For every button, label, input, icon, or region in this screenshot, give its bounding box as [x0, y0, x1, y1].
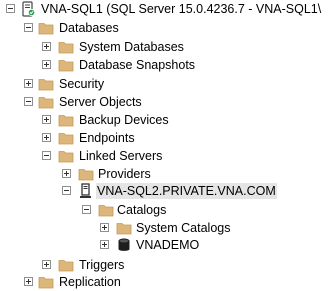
- tree-node-label: Backup Devices: [79, 113, 169, 127]
- expand-toggle[interactable]: [42, 115, 51, 124]
- tree-node-label: VNA-SQL1 (SQL Server 15.0.4236.7 - VNA-S…: [41, 2, 322, 16]
- collapse-toggle[interactable]: [6, 4, 15, 13]
- tree-node-endpoints[interactable]: Endpoints: [0, 129, 328, 147]
- tree-node-providers[interactable]: Providers: [0, 165, 328, 183]
- tree-node-vnademo[interactable]: VNADEMO: [0, 236, 328, 254]
- folder-icon: [78, 169, 94, 181]
- collapse-toggle[interactable]: [42, 151, 51, 160]
- tree-node-label: Server Objects: [59, 95, 142, 109]
- tree-node-linked-servers[interactable]: Linked Servers: [0, 147, 328, 165]
- expand-toggle[interactable]: [42, 133, 51, 142]
- server-icon: [22, 1, 36, 17]
- tree-node-label: VNA-SQL2.PRIVATE.VNA.COM: [96, 183, 277, 199]
- expand-toggle[interactable]: [24, 79, 33, 88]
- tree-node-server[interactable]: VNA-SQL1 (SQL Server 15.0.4236.7 - VNA-S…: [0, 0, 328, 18]
- tree-node-backup-devices[interactable]: Backup Devices: [0, 111, 328, 129]
- folder-icon: [98, 205, 114, 217]
- tree-node-label: Catalogs: [117, 203, 167, 217]
- folder-icon: [58, 260, 74, 272]
- tree-node-label: Linked Servers: [79, 149, 163, 163]
- tree-node-label: Databases: [59, 21, 119, 35]
- tree-node-label: Security: [59, 77, 105, 91]
- expand-toggle[interactable]: [42, 60, 51, 69]
- expand-toggle[interactable]: [100, 240, 109, 249]
- collapse-toggle[interactable]: [82, 205, 91, 214]
- tree-node-database-snapshots[interactable]: Database Snapshots: [0, 56, 328, 74]
- expand-toggle[interactable]: [100, 223, 109, 232]
- folder-icon: [58, 133, 74, 145]
- folder-icon: [38, 97, 54, 109]
- tree-node-triggers[interactable]: Triggers: [0, 256, 328, 274]
- tree-node-label: Database Snapshots: [79, 58, 196, 72]
- folder-icon: [38, 23, 54, 35]
- tree-node-label: Providers: [98, 167, 151, 181]
- folder-icon: [58, 42, 74, 54]
- tree-node-databases[interactable]: Databases: [0, 19, 328, 37]
- folder-icon: [58, 115, 74, 127]
- collapse-toggle[interactable]: [62, 186, 71, 195]
- tree-node-replication[interactable]: Replication: [0, 273, 328, 291]
- tree-node-server-objects[interactable]: Server Objects: [0, 93, 328, 111]
- folder-icon: [58, 151, 74, 163]
- expand-toggle[interactable]: [24, 277, 33, 286]
- linked-server-icon: [80, 183, 91, 198]
- tree-node-label: System Databases: [79, 40, 184, 54]
- expand-toggle[interactable]: [42, 42, 51, 51]
- tree-node-label: VNADEMO: [136, 238, 200, 252]
- tree-node-system-catalogs[interactable]: System Catalogs: [0, 219, 328, 237]
- folder-icon: [38, 79, 54, 91]
- expand-toggle[interactable]: [42, 260, 51, 269]
- folder-icon: [58, 60, 74, 72]
- collapse-toggle[interactable]: [24, 23, 33, 32]
- tree-node-label: Triggers: [79, 258, 125, 272]
- tree-node-catalogs[interactable]: Catalogs: [0, 201, 328, 219]
- tree-node-system-databases[interactable]: System Databases: [0, 38, 328, 56]
- tree-node-security[interactable]: Security: [0, 75, 328, 93]
- folder-icon: [116, 223, 132, 235]
- tree-node-label: Endpoints: [79, 131, 135, 145]
- object-explorer-tree: VNA-SQL1 (SQL Server 15.0.4236.7 - VNA-S…: [0, 0, 328, 291]
- tree-node-label: System Catalogs: [136, 221, 231, 235]
- database-icon: [118, 238, 130, 251]
- expand-toggle[interactable]: [62, 169, 71, 178]
- collapse-toggle[interactable]: [24, 97, 33, 106]
- tree-node-linked-server-vna-sql2[interactable]: VNA-SQL2.PRIVATE.VNA.COM: [0, 182, 328, 200]
